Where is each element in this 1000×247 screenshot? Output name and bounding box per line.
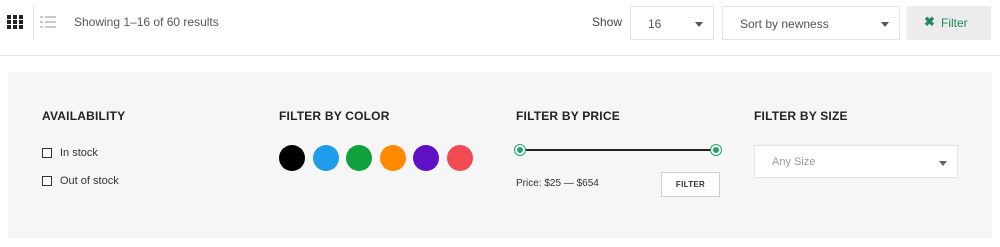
- results-count: Showing 1–16 of 60 results: [74, 15, 219, 29]
- sort-select[interactable]: Sort by newness: [722, 6, 900, 40]
- grid-view-icon[interactable]: [7, 15, 23, 29]
- availability-title: AVAILABILITY: [42, 109, 126, 123]
- price-filter-button[interactable]: FILTER: [661, 172, 720, 197]
- close-icon: ✖: [924, 14, 935, 29]
- sort-value: Sort by newness: [740, 17, 829, 31]
- show-label: Show: [592, 15, 623, 29]
- per-page-value: 16: [648, 17, 662, 31]
- size-select-placeholder: Any Size: [772, 156, 816, 168]
- price-filter-title: FILTER BY PRICE: [516, 109, 620, 123]
- price-min-handle[interactable]: [515, 145, 525, 155]
- size-select[interactable]: Any Size: [754, 145, 958, 178]
- chevron-down-icon: [695, 22, 703, 27]
- price-slider-track[interactable]: [521, 149, 717, 151]
- color-swatch-purple[interactable]: [413, 145, 439, 171]
- color-swatch-blue[interactable]: [313, 145, 339, 171]
- chevron-down-icon: [881, 22, 889, 27]
- color-filter-title: FILTER BY COLOR: [279, 109, 390, 123]
- color-swatch-black[interactable]: [279, 145, 305, 171]
- color-swatch-green[interactable]: [346, 145, 372, 171]
- checkbox-icon[interactable]: [42, 176, 52, 186]
- filter-toggle-label: Filter: [941, 16, 968, 30]
- price-range-label: Price: $25 — $654: [516, 178, 599, 189]
- price-filter-button-label: FILTER: [675, 180, 706, 189]
- out-of-stock-label: Out of stock: [60, 175, 119, 187]
- per-page-select[interactable]: 16: [630, 6, 714, 40]
- chevron-down-icon: [939, 161, 947, 166]
- checkbox-icon[interactable]: [42, 148, 52, 158]
- price-max-handle[interactable]: [711, 145, 721, 155]
- view-divider: [33, 6, 34, 40]
- filter-panel: AVAILABILITY In stock Out of stock FILTE…: [8, 72, 992, 238]
- size-filter-title: FILTER BY SIZE: [754, 109, 848, 123]
- color-swatch-orange[interactable]: [380, 145, 406, 171]
- shop-toolbar: Showing 1–16 of 60 results Show 16 Sort …: [0, 0, 1000, 56]
- in-stock-label: In stock: [60, 147, 98, 159]
- filter-toggle-button[interactable]: ✖ Filter: [907, 6, 991, 40]
- list-view-icon[interactable]: [40, 16, 56, 28]
- color-swatch-red[interactable]: [447, 145, 473, 171]
